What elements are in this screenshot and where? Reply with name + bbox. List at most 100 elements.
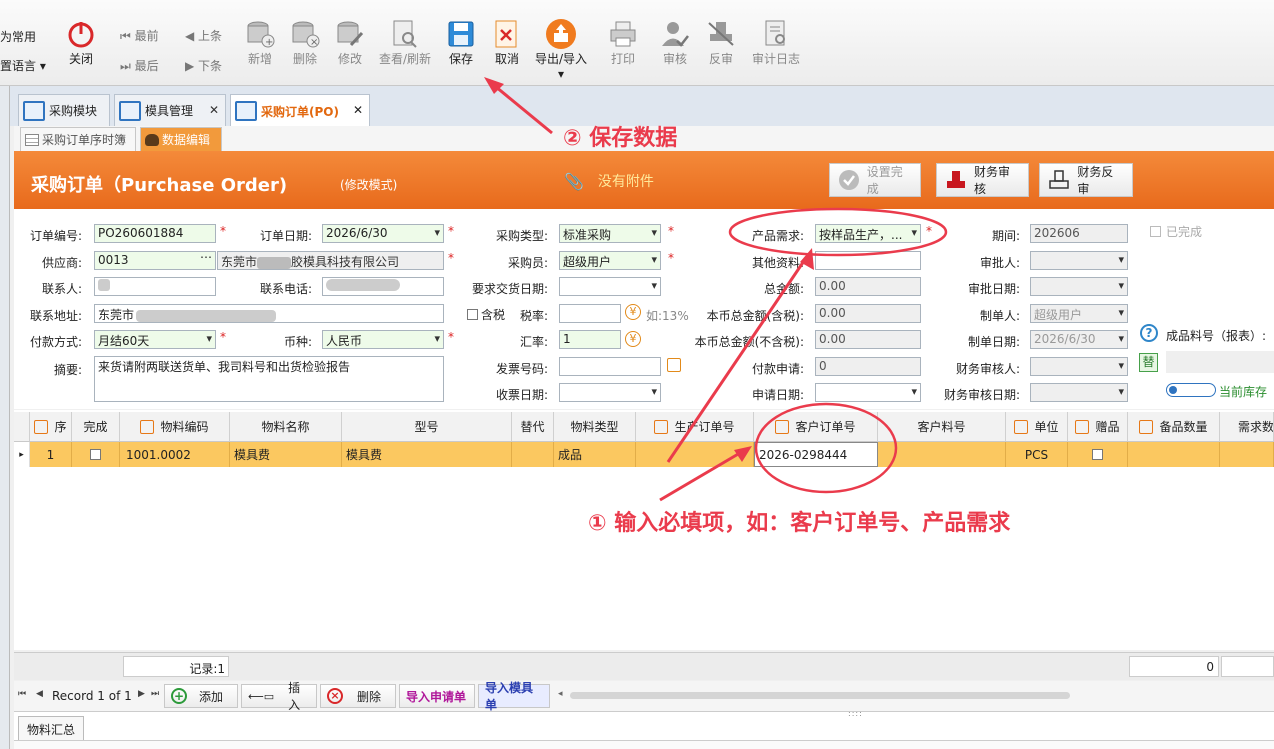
delete-row-button[interactable]: × 删除 <box>320 684 396 708</box>
table-cell-customer-part[interactable] <box>878 442 1006 467</box>
prev-page-icon[interactable]: ◀ <box>36 689 43 699</box>
col-model[interactable]: 型号 <box>342 412 512 442</box>
export-import-button[interactable]: 导出/导入 ▾ <box>532 18 590 81</box>
last-page-icon[interactable]: ⏭ <box>151 689 159 699</box>
table-cell-production-order[interactable] <box>636 442 754 467</box>
tab-purchase-module[interactable]: 采购模块 <box>18 94 110 126</box>
row-complete-checkbox[interactable] <box>90 449 101 460</box>
view-refresh-button[interactable]: 查看/刷新 <box>376 18 434 67</box>
contact-field[interactable] <box>94 277 216 296</box>
summary-textarea[interactable]: 来货请附两联送货单、我司料号和出货检验报告 <box>94 356 444 402</box>
import-request-button[interactable]: 导入申请单 <box>399 684 475 708</box>
stock-toggle[interactable] <box>1166 383 1216 397</box>
language-menu[interactable]: 置语言 ▾ <box>0 57 46 74</box>
table-cell-demand-qty[interactable] <box>1220 442 1274 467</box>
print-button[interactable]: 打印 <box>606 18 640 67</box>
favorites-menu[interactable]: 为常用 <box>0 28 36 45</box>
tax-included-checkbox[interactable]: 含税 <box>467 306 505 323</box>
exchange-rate-field[interactable]: 1 <box>559 330 621 349</box>
col-material-type[interactable]: 物料类型 <box>554 412 636 442</box>
completed-checkbox[interactable]: 已完成 <box>1150 223 1202 240</box>
finance-audit-date-picker[interactable] <box>1030 383 1128 402</box>
splitter-grip[interactable]: :::: <box>848 709 863 718</box>
approver-select[interactable] <box>1030 251 1128 270</box>
col-demand-qty[interactable]: 需求数 <box>1220 412 1274 442</box>
col-customer-order[interactable]: 客户订单号 <box>754 412 878 442</box>
invoice-no-field[interactable] <box>559 357 661 376</box>
close-button[interactable]: 关闭 <box>64 18 98 67</box>
address-field[interactable]: 东莞市 <box>94 304 444 323</box>
subtab-order-list[interactable]: 采购订单序时簿 <box>20 127 136 151</box>
col-production-order[interactable]: 生产订单号 <box>636 412 754 442</box>
cancel-button[interactable]: 取消 <box>490 18 524 67</box>
payment-select[interactable]: 月结60天 <box>94 330 216 349</box>
insert-row-button[interactable]: ⟵▭ 插入 <box>241 681 317 712</box>
col-substitute[interactable]: 替代 <box>512 412 554 442</box>
table-cell-name[interactable]: 模具费 <box>230 442 342 467</box>
checkbox-box[interactable] <box>1150 226 1161 237</box>
customer-order-input[interactable]: 2026-0298444 <box>754 442 878 467</box>
tab-purchase-order[interactable]: 采购订单(PO) ✕ <box>230 94 370 127</box>
delivery-date-picker[interactable] <box>559 277 661 296</box>
maker-select[interactable]: 超级用户 <box>1030 304 1128 323</box>
ellipsis-icon[interactable]: ⋯ <box>200 252 212 264</box>
audit-log-button[interactable]: 审计日志 <box>748 18 804 67</box>
purchase-type-select[interactable]: 标准采购 <box>559 224 661 243</box>
tab-mold-management[interactable]: 模具管理 ✕ <box>114 94 226 126</box>
unaudit-button[interactable]: 反审 <box>704 18 738 67</box>
add-row-button[interactable]: + 添加 <box>164 684 238 708</box>
finance-audit-button[interactable]: 财务审核 <box>936 163 1029 197</box>
edit-note-icon[interactable] <box>667 358 681 372</box>
col-complete[interactable]: 完成 <box>72 412 120 442</box>
product-requirement-select[interactable]: 按样品生产，... <box>815 224 921 243</box>
order-no-field[interactable]: PO260601884 <box>94 224 216 243</box>
finance-auditor-select[interactable] <box>1030 357 1128 376</box>
audit-button[interactable]: 审核 <box>658 18 692 67</box>
first-record-button[interactable]: ⏮ 最前 <box>120 27 159 44</box>
finance-unaudit-button[interactable]: 财务反审 <box>1039 163 1133 197</box>
attachment-link[interactable]: 📎 没有附件 <box>564 171 654 191</box>
close-icon[interactable]: ✕ <box>209 103 219 117</box>
col-material-code[interactable]: 物料编码 <box>120 412 230 442</box>
next-record-button[interactable]: ▶ 下条 <box>185 57 222 74</box>
currency-yuan-icon[interactable]: ¥ <box>625 304 641 320</box>
scroll-left-icon[interactable]: ◂ <box>558 689 563 699</box>
approve-date-picker[interactable] <box>1030 277 1128 296</box>
delete-button[interactable]: × 删除 <box>288 18 322 67</box>
last-record-button[interactable]: ⏭ 最后 <box>120 57 159 74</box>
col-material-name[interactable]: 物料名称 <box>230 412 342 442</box>
apply-date-picker[interactable] <box>815 383 921 402</box>
subtab-data-edit[interactable]: 数据编辑 <box>140 127 222 151</box>
buyer-select[interactable]: 超级用户 <box>559 251 661 270</box>
next-page-icon[interactable]: ▶ <box>138 689 145 699</box>
currency-yuan-icon[interactable]: ¥ <box>625 331 641 347</box>
phone-field[interactable] <box>322 277 444 296</box>
col-gift[interactable]: 赠品 <box>1068 412 1128 442</box>
receive-date-picker[interactable] <box>559 383 661 402</box>
table-cell-substitute[interactable] <box>512 442 554 467</box>
set-complete-button[interactable]: 设置完成 <box>829 163 921 197</box>
import-mold-button[interactable]: 导入模具单 <box>478 681 550 712</box>
horizontal-scrollbar[interactable] <box>570 692 1070 699</box>
currency-select[interactable]: 人民币 <box>322 330 444 349</box>
new-button[interactable]: + 新增 <box>243 18 277 67</box>
checkbox-box[interactable] <box>467 309 478 320</box>
table-cell-spare-qty[interactable] <box>1128 442 1220 467</box>
tax-rate-field[interactable] <box>559 304 621 323</box>
table-cell-complete[interactable] <box>72 442 120 467</box>
supplier-code-field[interactable]: 0013 ⋯ <box>94 251 216 270</box>
table-cell-seq[interactable]: 1 <box>30 442 72 467</box>
period-field[interactable]: 202606 <box>1030 224 1128 243</box>
col-unit[interactable]: 单位 <box>1006 412 1068 442</box>
table-cell-code[interactable]: 1001.0002 <box>120 442 230 467</box>
col-spare-qty[interactable]: 备品数量 <box>1128 412 1220 442</box>
col-customer-part[interactable]: 客户料号 <box>878 412 1006 442</box>
make-date-picker[interactable]: 2026/6/30 <box>1030 330 1128 349</box>
help-icon[interactable]: ? <box>1140 324 1158 342</box>
table-cell-unit[interactable]: PCS <box>1006 442 1068 467</box>
other-info-field[interactable] <box>815 251 921 270</box>
replace-button[interactable]: 替 <box>1139 353 1158 372</box>
prev-record-button[interactable]: ◀ 上条 <box>185 27 222 44</box>
table-cell-type[interactable]: 成品 <box>554 442 636 467</box>
tab-material-summary[interactable]: 物料汇总 <box>18 716 84 740</box>
